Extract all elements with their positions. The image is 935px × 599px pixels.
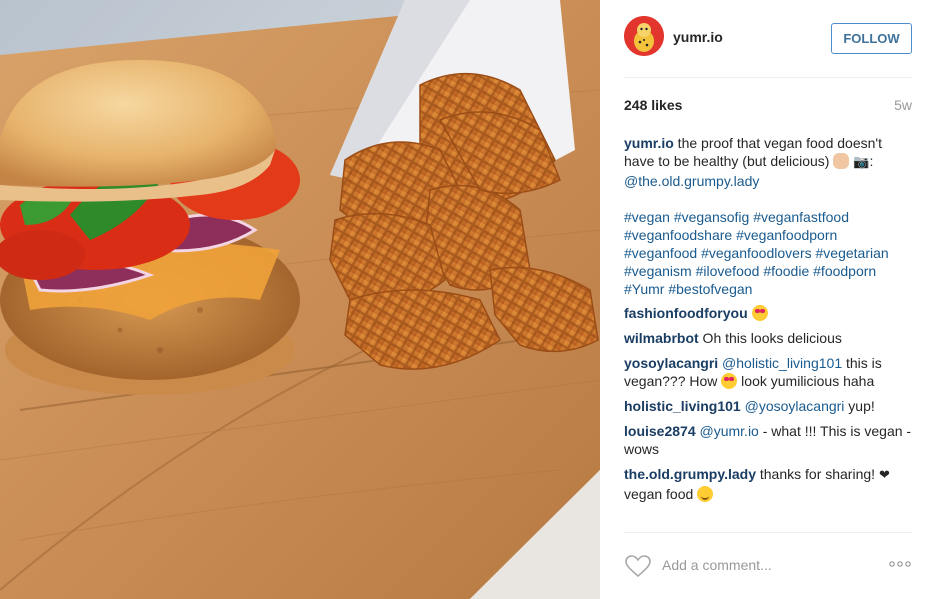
- post-header: yumr.io FOLLOW: [624, 16, 912, 62]
- comment-mention[interactable]: @holistic_living101: [722, 355, 842, 371]
- heart-outline-icon[interactable]: [624, 554, 652, 578]
- burger-fries-image: [0, 0, 600, 599]
- likes-count[interactable]: 248 likes: [624, 97, 682, 113]
- comment-text-continued: look yumilicious haha: [737, 373, 875, 389]
- comment: yosoylacangri @holistic_living101 this i…: [624, 354, 912, 390]
- comment-username[interactable]: yosoylacangri: [624, 355, 718, 371]
- hashtag[interactable]: #veganfoodporn: [736, 227, 837, 243]
- comment: wilmabrbot Oh this looks delicious: [624, 329, 912, 347]
- comment-username[interactable]: the.old.grumpy.lady: [624, 466, 756, 482]
- hashtag[interactable]: #ilovefood: [696, 263, 760, 279]
- add-comment-input[interactable]: [662, 555, 872, 575]
- comment-text: thanks for sharing!: [755, 466, 879, 482]
- caption-mention[interactable]: @the.old.grumpy.lady: [624, 173, 759, 189]
- hashtag[interactable]: #vegansofig: [674, 209, 750, 225]
- post-time[interactable]: 5w: [894, 97, 912, 113]
- follow-button[interactable]: FOLLOW: [831, 23, 912, 54]
- comment-mention[interactable]: @yosoylacangri: [745, 398, 845, 414]
- comment: louise2874 @yumr.io - what !!! This is v…: [624, 422, 912, 458]
- comment-username[interactable]: wilmabrbot: [624, 330, 699, 346]
- post-details-panel: yumr.io FOLLOW 248 likes 5w yumr.io the …: [600, 0, 935, 599]
- hashtag[interactable]: #Yumr: [624, 281, 664, 297]
- hashtags: #vegan #vegansofig #veganfastfood #vegan…: [624, 208, 912, 298]
- caption: yumr.io the proof that vegan food doesn'…: [624, 134, 912, 298]
- heart-emoji-icon: ❤: [878, 468, 890, 483]
- heart-eyes-emoji-icon: [721, 373, 738, 389]
- comment-text: Oh this looks delicious: [698, 330, 842, 346]
- comment-text: [748, 305, 752, 321]
- comment-username[interactable]: holistic_living101: [624, 398, 741, 414]
- hashtag[interactable]: #foodie: [763, 263, 809, 279]
- hashtag[interactable]: #veganism: [624, 263, 692, 279]
- woman-emoji-icon: [833, 153, 850, 169]
- hashtag[interactable]: #veganfoodlovers: [701, 245, 812, 261]
- hashtag[interactable]: #veganfood: [624, 245, 697, 261]
- comment: fashionfoodforyou: [624, 304, 912, 322]
- post-stats: 248 likes 5w: [624, 97, 912, 115]
- caption-colon: :: [869, 153, 874, 169]
- comment-text-continued: vegan food: [624, 486, 698, 502]
- hashtag[interactable]: #vegetarian: [816, 245, 889, 261]
- comment-text: yup!: [844, 398, 875, 414]
- hashtag[interactable]: #veganfoodshare: [624, 227, 732, 243]
- divider: [624, 77, 912, 78]
- profile-picture-icon: [624, 16, 664, 56]
- comment-mention[interactable]: @yumr.io: [700, 423, 759, 439]
- avatar[interactable]: [624, 16, 664, 56]
- smiling-emoji-icon: [697, 486, 714, 502]
- comment: holistic_living101 @yosoylacangri yup!: [624, 397, 912, 415]
- header-username[interactable]: yumr.io: [673, 29, 723, 45]
- hashtag[interactable]: #bestofvegan: [668, 281, 752, 297]
- comments-list: yumr.io the proof that vegan food doesn'…: [624, 134, 912, 510]
- hashtag[interactable]: #foodporn: [813, 263, 876, 279]
- more-options-icon[interactable]: [888, 558, 912, 570]
- post-photo[interactable]: [0, 0, 600, 599]
- comment-username[interactable]: fashionfoodforyou: [624, 305, 748, 321]
- caption-username[interactable]: yumr.io: [624, 135, 674, 151]
- add-comment-bar: [624, 552, 912, 578]
- divider: [624, 532, 912, 533]
- hashtag[interactable]: #veganfastfood: [753, 209, 849, 225]
- comment: the.old.grumpy.lady thanks for sharing! …: [624, 465, 912, 503]
- camera-emoji-icon: 📷: [853, 155, 870, 170]
- heart-eyes-emoji-icon: [751, 305, 768, 321]
- hashtag[interactable]: #vegan: [624, 209, 670, 225]
- comment-username[interactable]: louise2874: [624, 423, 696, 439]
